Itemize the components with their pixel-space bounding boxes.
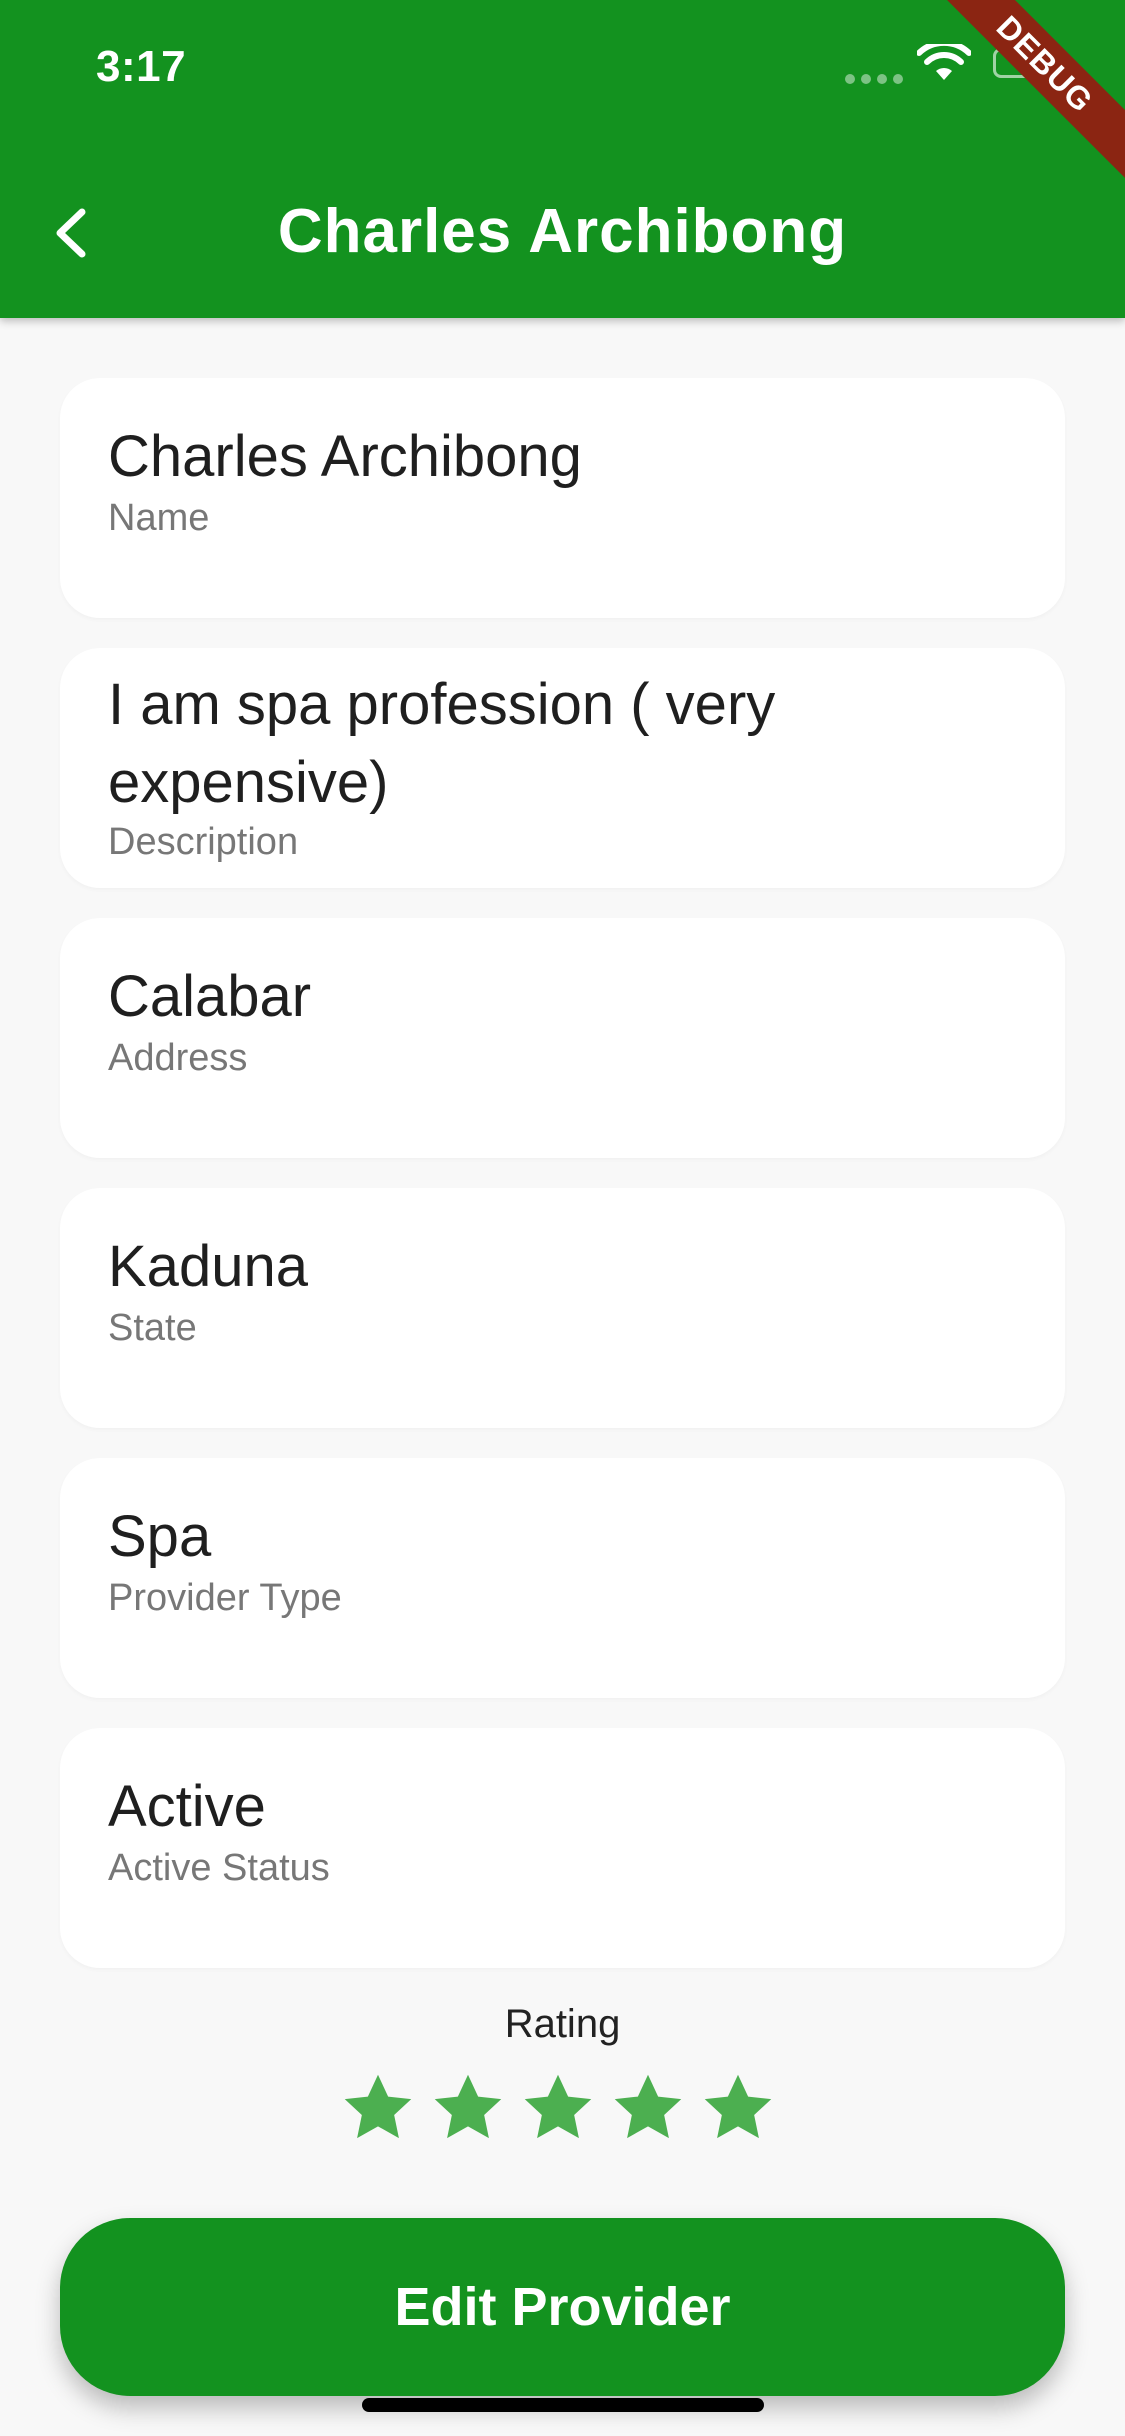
star-icon [524,2074,592,2139]
address-value: Calabar [108,964,312,1029]
address-card: Calabar Address [60,918,1065,1158]
provider-type-value: Spa [108,1504,212,1569]
name-card: Charles Archibong Name [60,378,1065,618]
rating-label: Rating [504,2002,621,2046]
star-icon [704,2074,772,2139]
rating-stars [340,2070,776,2146]
home-indicator [362,2398,764,2412]
star-icon [344,2074,412,2139]
star-icon [434,2074,502,2139]
state-card: Kaduna State [60,1188,1065,1428]
name-value: Charles Archibong [108,424,582,489]
description-label: Description [108,821,299,863]
provider-type-card: Spa Provider Type [60,1458,1065,1698]
page-title: Charles Archibong [277,197,848,266]
description-card: I am spa profession ( very expensive) De… [60,648,1065,888]
app-bar: 3:17 DEBUG Charles Archibong [0,0,1125,318]
provider-type-label: Provider Type [108,1577,342,1619]
cellular-signal-icon [845,74,903,84]
description-value: I am spa profession ( very expensive) [108,672,776,815]
active-status-label: Active Status [108,1847,330,1889]
address-label: Address [108,1037,248,1079]
state-label: State [108,1307,197,1349]
active-status-value: Active [108,1774,266,1839]
state-value: Kaduna [108,1234,308,1299]
status-time: 3:17 [96,42,187,91]
edit-provider-button[interactable]: Edit Provider [60,2218,1065,2396]
active-status-card: Active Active Status [60,1728,1065,1968]
name-label: Name [108,497,210,539]
wifi-icon [917,44,971,80]
star-icon [614,2074,682,2139]
